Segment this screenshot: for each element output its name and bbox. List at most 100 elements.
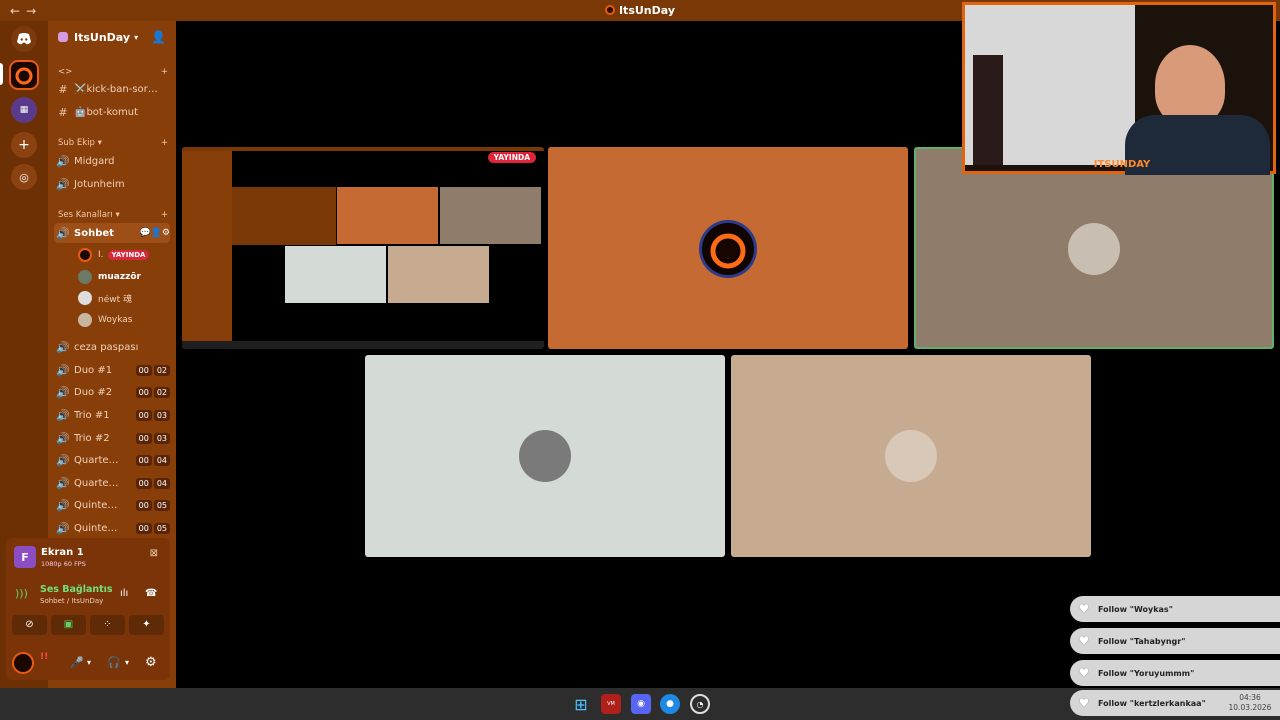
voice-member[interactable]: I. YAYINDA bbox=[78, 245, 168, 265]
add-channel-icon: + bbox=[160, 138, 168, 148]
category-hidden[interactable]: <> + bbox=[58, 67, 168, 77]
server-logo-icon bbox=[604, 5, 615, 15]
window-title: ItsUnDay bbox=[618, 4, 676, 17]
voice-channel[interactable]: 🔊 Duo #2 00 02 bbox=[54, 382, 170, 402]
share-screen-icon[interactable]: ▣ bbox=[51, 615, 86, 635]
voice-channel[interactable]: 🔊 Trio #2 00 03 bbox=[54, 428, 170, 448]
discord-taskbar-icon[interactable]: ◉ bbox=[631, 694, 651, 714]
voice-member[interactable]: muazzōr bbox=[78, 267, 168, 287]
add-channel-icon: + bbox=[160, 67, 168, 77]
headset-icon[interactable]: 🎧 bbox=[107, 656, 121, 669]
fire-ring-icon bbox=[710, 233, 746, 269]
voice-channel[interactable]: 🔊 ceza paspası bbox=[54, 337, 170, 357]
gear-icon[interactable]: ⚙ bbox=[145, 655, 157, 670]
speaker-icon: 🔊 bbox=[56, 385, 70, 399]
avatar[interactable] bbox=[12, 652, 34, 674]
channel-midgard[interactable]: 🔊 Midgard bbox=[54, 151, 170, 171]
channel-jotunheim[interactable]: 🔊 Jotunheim bbox=[54, 174, 170, 194]
user-panel: !! 🎤 ▾ 🎧 ▾ ⚙ bbox=[10, 650, 170, 678]
forward-arrow-icon[interactable]: → bbox=[26, 4, 42, 18]
server-badge-icon bbox=[58, 32, 68, 42]
speaker-icon: 🔊 bbox=[56, 431, 70, 445]
channel-bot-komut[interactable]: # 🤖bot-komut bbox=[54, 102, 170, 122]
obs-icon[interactable]: ◔ bbox=[690, 694, 710, 714]
speaker-icon: 🔊 bbox=[56, 498, 70, 512]
live-badge: YAYINDA bbox=[487, 152, 536, 163]
soundboard-icon[interactable]: ✦ bbox=[129, 615, 164, 635]
voice-connected-title: Ses Bağlantısı K bbox=[40, 584, 112, 595]
discord-home-button[interactable] bbox=[11, 26, 37, 52]
participant-tile[interactable] bbox=[548, 147, 908, 349]
pc-case bbox=[973, 55, 1003, 165]
stream-nested-preview bbox=[232, 187, 336, 245]
stream-title: Ekran 1 bbox=[41, 547, 84, 558]
heart-icon: ♥ bbox=[1078, 602, 1090, 616]
stream-taskbar-preview bbox=[182, 341, 544, 349]
windows-icon[interactable]: ⊞ bbox=[571, 694, 591, 714]
chevron-down-icon[interactable]: ▾ bbox=[87, 658, 91, 667]
voice-connected-subtitle[interactable]: Sohbet / ItsUnDay bbox=[40, 597, 103, 605]
voicemeeter-icon[interactable]: VM bbox=[601, 694, 621, 714]
avatar bbox=[1068, 223, 1120, 275]
category-sub-ekip[interactable]: Sub Ekip ▾ + bbox=[58, 138, 168, 148]
hash-icon: # bbox=[58, 105, 68, 119]
disconnect-icon[interactable]: ☎ bbox=[145, 588, 157, 599]
voice-channel[interactable]: 🔊 Quinte… 00 05 bbox=[54, 495, 170, 515]
stream-nested-tile bbox=[285, 246, 386, 303]
server-itsunday[interactable] bbox=[9, 60, 39, 90]
voice-channel[interactable]: 🔊 Quinte… 00 05 bbox=[54, 518, 170, 538]
stream-tile[interactable]: YAYINDA bbox=[182, 147, 544, 349]
category-ses-kanallari[interactable]: Ses Kanalları ▾ + bbox=[58, 210, 168, 220]
follow-notification: ♥ Follow "Tahabyngr" bbox=[1070, 628, 1280, 654]
participant-tile[interactable] bbox=[365, 355, 725, 557]
participant-tile[interactable] bbox=[914, 147, 1274, 349]
history-nav[interactable]: ←→ bbox=[10, 4, 42, 18]
camera-off-icon[interactable]: ⊘ bbox=[12, 615, 47, 635]
mic-icon[interactable]: 🎤 bbox=[70, 656, 84, 669]
stream-nested-tile bbox=[440, 187, 541, 244]
back-arrow-icon[interactable]: ← bbox=[10, 4, 26, 18]
add-server-button[interactable]: + bbox=[11, 132, 37, 158]
avatar bbox=[78, 313, 92, 327]
avatar bbox=[78, 291, 92, 305]
webcam-label: ITSUNDAY bbox=[1093, 159, 1151, 170]
server-name: ItsUnDay bbox=[74, 30, 131, 44]
activities-icon[interactable]: ⁘ bbox=[90, 615, 125, 635]
webcam-overlay: ITSUNDAY bbox=[962, 2, 1276, 175]
follow-notification: ♥ Follow "Woykas" bbox=[1070, 596, 1280, 622]
avatar bbox=[519, 430, 571, 482]
speaker-icon: 🔊 bbox=[56, 408, 70, 422]
username[interactable]: !! bbox=[40, 652, 48, 662]
channel-kick-ban[interactable]: # ⚔️kick-ban-sor… bbox=[54, 79, 170, 99]
channel-sohbet[interactable]: 🔊 Sohbet 💬👤⚙ bbox=[54, 223, 170, 243]
voice-channel[interactable]: 🔊 Duo #1 00 02 bbox=[54, 360, 170, 380]
speaker-icon: 🔊 bbox=[56, 476, 70, 490]
discover-button[interactable]: ◎ bbox=[11, 164, 37, 190]
voice-member[interactable]: néwt 魂 bbox=[78, 288, 168, 308]
chevron-down-icon[interactable]: ▾ bbox=[125, 658, 129, 667]
server-header[interactable]: ItsUnDay ▾ 👤 bbox=[48, 21, 176, 53]
server-folder[interactable]: ▦ bbox=[11, 97, 37, 123]
stream-avatar: F bbox=[14, 546, 36, 568]
participant-tile[interactable] bbox=[731, 355, 1091, 557]
noise-suppression-icon[interactable]: ılı bbox=[120, 588, 128, 599]
speaker-icon: 🔊 bbox=[56, 177, 70, 191]
clock[interactable]: 04:36 10.03.2026 bbox=[1222, 693, 1278, 713]
chrome-icon[interactable]: ● bbox=[660, 694, 680, 714]
connection-icon: ))) bbox=[15, 587, 28, 600]
stop-stream-icon[interactable]: ⊠ bbox=[150, 548, 158, 559]
channel-actions-icon: 💬👤⚙ bbox=[139, 228, 170, 238]
stream-titlebar-preview bbox=[182, 147, 544, 151]
voice-channel[interactable]: 🔊 Quarte… 00 04 bbox=[54, 473, 170, 493]
stream-sidebar-preview bbox=[182, 147, 232, 349]
voice-channel[interactable]: 🔊 Trio #1 00 03 bbox=[54, 405, 170, 425]
add-channel-icon: + bbox=[160, 210, 168, 220]
invite-people-icon[interactable]: 👤 bbox=[151, 30, 166, 44]
voice-channel[interactable]: 🔊 Quarte… 00 04 bbox=[54, 450, 170, 470]
avatar bbox=[885, 430, 937, 482]
stream-quality: 1080p 60 FPS bbox=[41, 560, 86, 568]
heart-icon: ♥ bbox=[1078, 666, 1090, 680]
stream-nested-tile bbox=[388, 246, 489, 303]
avatar bbox=[78, 248, 92, 262]
voice-member[interactable]: Woykas bbox=[78, 310, 168, 330]
